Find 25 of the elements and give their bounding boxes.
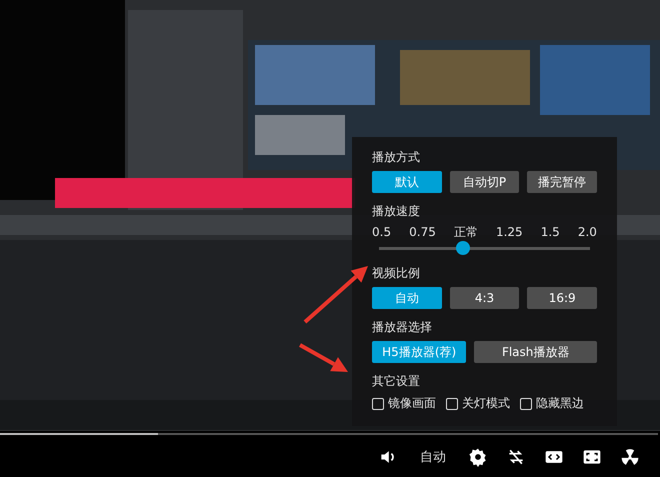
speed-label: 0.5 [372, 225, 392, 239]
radiation-icon[interactable] [620, 447, 640, 467]
option-button[interactable]: 16:9 [527, 287, 598, 309]
speed-label: 0.75 [409, 225, 436, 239]
speed-label: 2.0 [578, 225, 597, 239]
checkbox-option[interactable]: 镜像画面 [372, 395, 436, 412]
section-title: 其它设置 [372, 373, 421, 389]
section-title: 播放速度 [372, 203, 421, 219]
option-button[interactable]: 4:3 [450, 287, 520, 309]
speed-label: 正常 [454, 225, 478, 239]
section-title: 视频比例 [372, 265, 421, 281]
annotation-arrow [304, 266, 368, 324]
section-title: 播放方式 [372, 149, 421, 165]
speed-label: 1.5 [540, 225, 560, 239]
slider-thumb[interactable] [456, 241, 470, 255]
option-button[interactable]: 播完暂停 [527, 171, 598, 193]
option-button[interactable]: 自动切P [450, 171, 520, 193]
speed-label: 1.25 [496, 225, 523, 239]
section-title: 播放器选择 [372, 319, 433, 335]
quality-button[interactable]: 自动 [416, 448, 450, 466]
annotation-arrow [299, 343, 348, 372]
settings-icon[interactable] [468, 447, 488, 467]
option-button[interactable]: Flash播放器 [474, 341, 597, 363]
checkbox-option[interactable]: 隐藏黑边 [520, 395, 584, 412]
checkbox-option[interactable]: 关灯模式 [446, 395, 510, 412]
